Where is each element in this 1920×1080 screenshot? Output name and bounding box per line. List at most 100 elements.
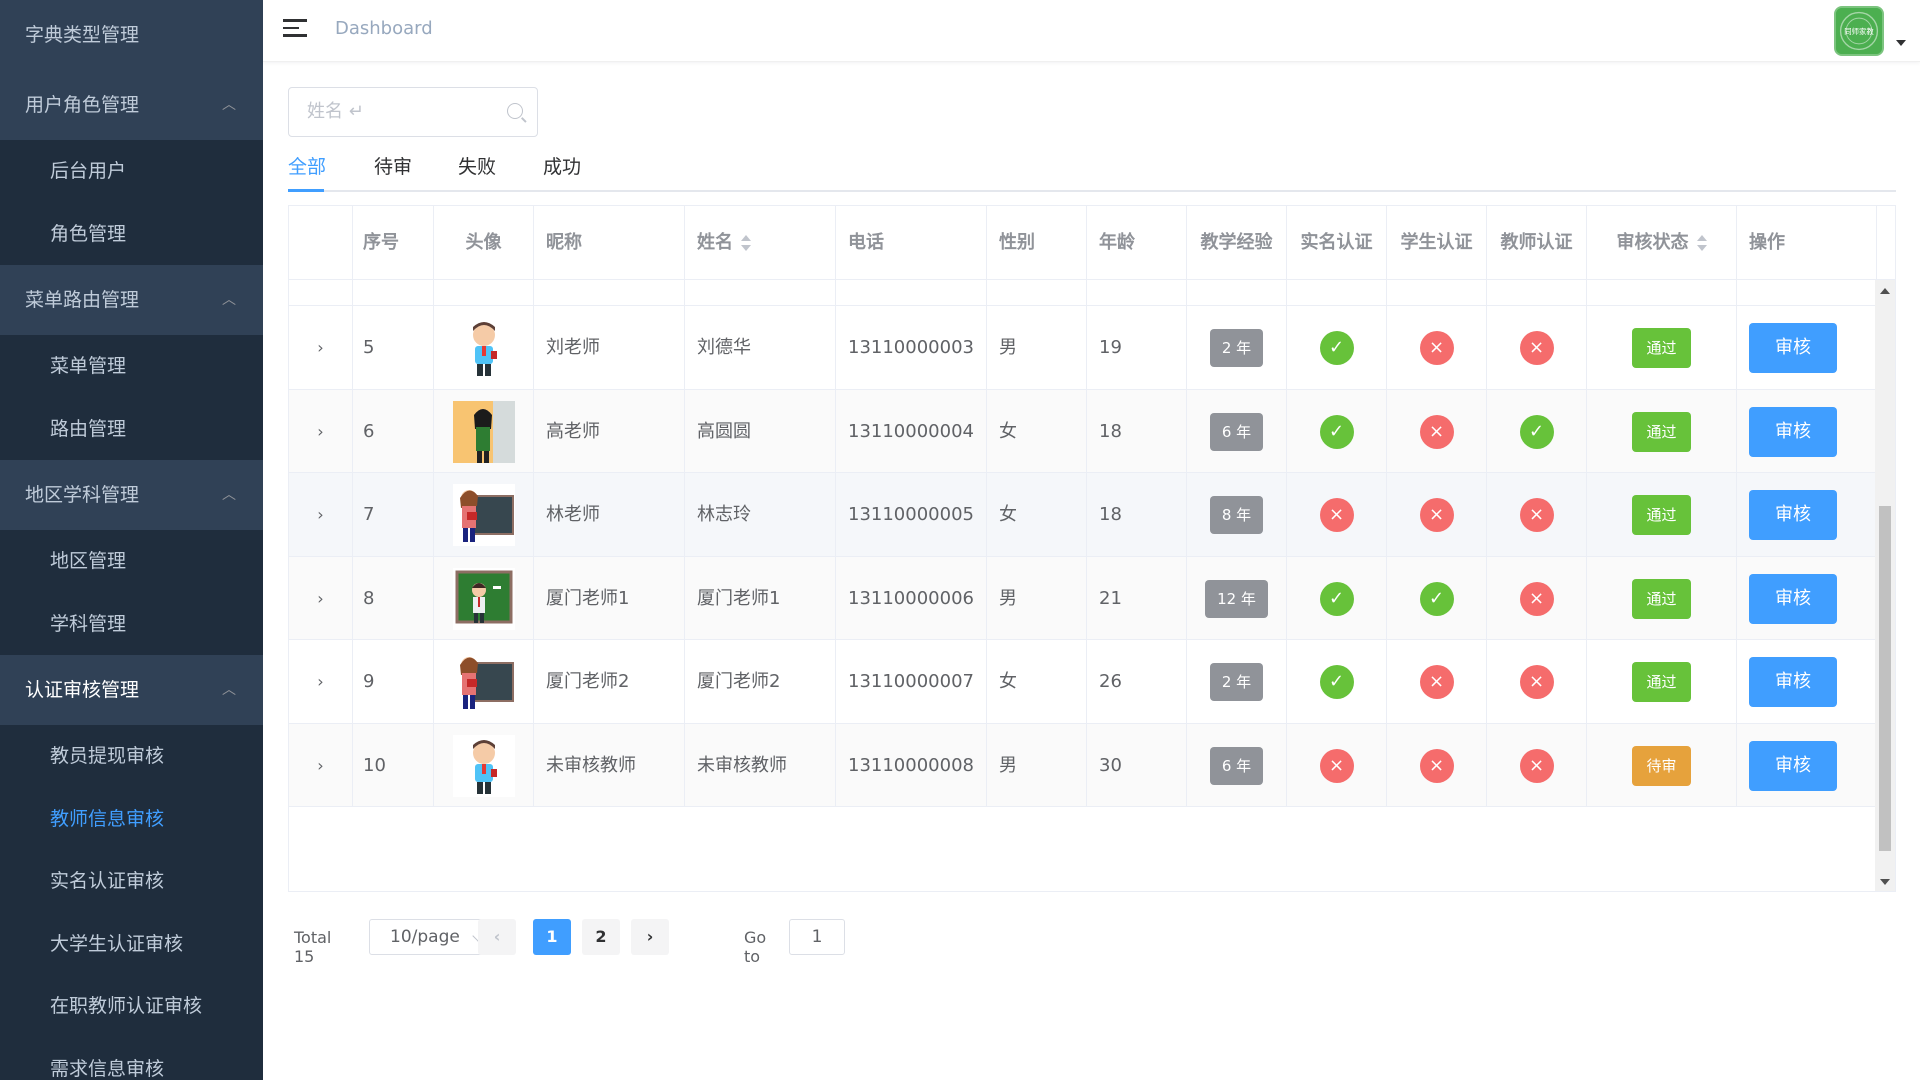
sidebar-item[interactable]: 路由管理 (0, 397, 263, 460)
vertical-scrollbar[interactable] (1875, 280, 1895, 891)
expand-cell[interactable]: › (289, 473, 353, 557)
sidebar-group[interactable]: 菜单路由管理 ︿ (0, 265, 263, 335)
column-header: 教学经验 (1187, 206, 1287, 280)
sidebar-item[interactable]: 在职教师认证审核 (0, 975, 263, 1038)
expand-cell[interactable]: › (289, 640, 353, 724)
page-button-1[interactable]: 1 (533, 919, 571, 955)
table-row-partial (289, 280, 1877, 306)
review-button[interactable]: 审核 (1749, 323, 1837, 373)
review-button[interactable]: 审核 (1749, 490, 1837, 540)
sidebar-group[interactable]: 地区学科管理 ︿ (0, 460, 263, 530)
chevron-right-icon[interactable]: › (317, 589, 323, 608)
cell-action: 审核 (1737, 640, 1877, 724)
column-header[interactable]: 审核状态 (1587, 206, 1737, 280)
sidebar-item[interactable]: 学科管理 (0, 592, 263, 655)
page-button-2[interactable]: 2 (582, 919, 620, 955)
expand-cell[interactable]: › (289, 389, 353, 473)
table-cell (836, 280, 987, 306)
table-row[interactable]: › 10 未审核教师 未审核教师 13110000008 男 30 6 年 × × × 待审 审核 (289, 723, 1877, 807)
sidebar-item[interactable]: 地区管理 (0, 530, 263, 593)
prev-page-button[interactable]: ‹ (478, 919, 516, 955)
cell-age: 30 (1087, 723, 1187, 807)
column-header-label: 审核状态 (1616, 232, 1689, 253)
column-header-label: 教师认证 (1500, 232, 1573, 253)
cell-age: 18 (1087, 473, 1187, 557)
sidebar-item[interactable]: 大学生认证审核 (0, 912, 263, 975)
breadcrumb[interactable]: Dashboard (335, 18, 433, 39)
cell-status: 通过 (1587, 306, 1737, 390)
cell-real-name-verified: ✓ (1287, 306, 1387, 390)
sidebar-item[interactable]: 菜单管理 (0, 335, 263, 398)
close-circle-icon: × (1419, 498, 1454, 532)
expand-cell[interactable]: › (289, 306, 353, 390)
search-icon[interactable] (507, 103, 523, 119)
tab-0[interactable]: 全部 (288, 152, 326, 179)
sidebar-group[interactable]: 用户角色管理 ︿ (0, 70, 263, 140)
review-button[interactable]: 审核 (1749, 740, 1837, 791)
chevron-right-icon[interactable]: › (317, 756, 323, 775)
goto-label: Go to (744, 928, 767, 966)
search-input[interactable] (289, 88, 489, 134)
sidebar-item[interactable]: 角色管理 (0, 202, 263, 265)
sidebar-item[interactable]: 教师信息审核 (0, 787, 263, 850)
tab-1[interactable]: 待审 (374, 152, 412, 179)
cell-phone: 13110000008 (836, 723, 987, 807)
status-badge: 通过 (1632, 578, 1691, 619)
sidebar-group[interactable]: 认证审核管理 ︿ (0, 655, 263, 725)
table-row[interactable]: › 9 厦门老师2 厦门老师2 13110000007 女 26 2 年 ✓ × × 通过 审核 (289, 640, 1877, 724)
scroll-down-icon[interactable] (1880, 879, 1890, 885)
sidebar-group[interactable]: 字典类型管理 (0, 0, 263, 70)
sidebar-item[interactable]: 教员提现审核 (0, 725, 263, 788)
column-header[interactable]: 姓名 (685, 206, 836, 280)
sort-icon[interactable] (741, 235, 751, 251)
next-page-button[interactable]: › (631, 919, 669, 955)
sort-icon[interactable] (1696, 235, 1707, 251)
review-button[interactable]: 审核 (1749, 406, 1837, 457)
close-circle-icon: × (1419, 331, 1454, 365)
status-badge: 通过 (1632, 328, 1691, 368)
teacher-avatar (453, 317, 515, 379)
chevron-right-icon[interactable]: › (317, 505, 323, 524)
chevron-right-icon[interactable]: › (317, 338, 323, 357)
experience-tag: 6 年 (1209, 412, 1264, 451)
cell-index: 5 (353, 306, 434, 390)
chevron-right-icon[interactable]: › (317, 422, 323, 441)
chevron-right-icon[interactable]: › (317, 672, 323, 691)
table-cell (1487, 280, 1587, 306)
page-size-select[interactable]: 10/page (369, 919, 495, 955)
avatar[interactable]: 同师家教 (1834, 6, 1884, 56)
column-header: 学生认证 (1387, 206, 1487, 280)
sidebar-item[interactable]: 实名认证审核 (0, 850, 263, 913)
review-button[interactable]: 审核 (1749, 657, 1837, 707)
table-cell (987, 280, 1087, 306)
table-row[interactable]: › 5 刘老师 刘德华 13110000003 男 19 2 年 ✓ × × 通过 审核 (289, 306, 1877, 390)
teacher-table: 序号 头像 昵称 姓名 电话 性别 年龄 教学经验 实名认证 学生认证 教师认证 审核状态 操作 › 5 刘… (288, 205, 1896, 892)
chevron-up-icon: ︿ (222, 97, 236, 113)
hamburger-icon[interactable] (283, 19, 307, 41)
sidebar-item[interactable]: 需求信息审核 (0, 1037, 263, 1080)
check-circle-icon: ✓ (1319, 414, 1354, 449)
tab-3[interactable]: 成功 (543, 152, 581, 179)
review-button[interactable]: 审核 (1749, 573, 1837, 624)
cell-status: 通过 (1587, 389, 1737, 473)
cell-real-name-verified: ✓ (1287, 640, 1387, 724)
scroll-thumb[interactable] (1879, 506, 1891, 851)
close-circle-icon: × (1319, 748, 1354, 783)
table-row[interactable]: › 7 林老师 林志玲 13110000005 女 18 8 年 × × × 通过 审核 (289, 473, 1877, 557)
sidebar-item[interactable]: 后台用户 (0, 140, 263, 203)
scroll-up-icon[interactable] (1880, 288, 1890, 294)
tab-2[interactable]: 失败 (458, 152, 496, 179)
cell-teacher-verified: × (1487, 306, 1587, 390)
expand-cell[interactable]: › (289, 723, 353, 807)
table-row[interactable]: › 8 厦门老师1 厦门老师1 13110000006 男 21 12 年 ✓ ✓ × 通过 审核 (289, 556, 1877, 640)
table-cell (353, 280, 434, 306)
caret-down-icon[interactable] (1896, 40, 1906, 46)
close-circle-icon: × (1519, 331, 1554, 365)
goto-input[interactable]: 1 (789, 919, 845, 955)
cell-avatar (434, 723, 534, 807)
search-box[interactable] (288, 87, 538, 137)
expand-cell[interactable]: › (289, 556, 353, 640)
cell-phone: 13110000004 (836, 389, 987, 473)
table-row[interactable]: › 6 高老师 高圆圆 13110000004 女 18 6 年 ✓ × ✓ 通过 审核 (289, 389, 1877, 473)
cell-teacher-verified: × (1487, 556, 1587, 640)
